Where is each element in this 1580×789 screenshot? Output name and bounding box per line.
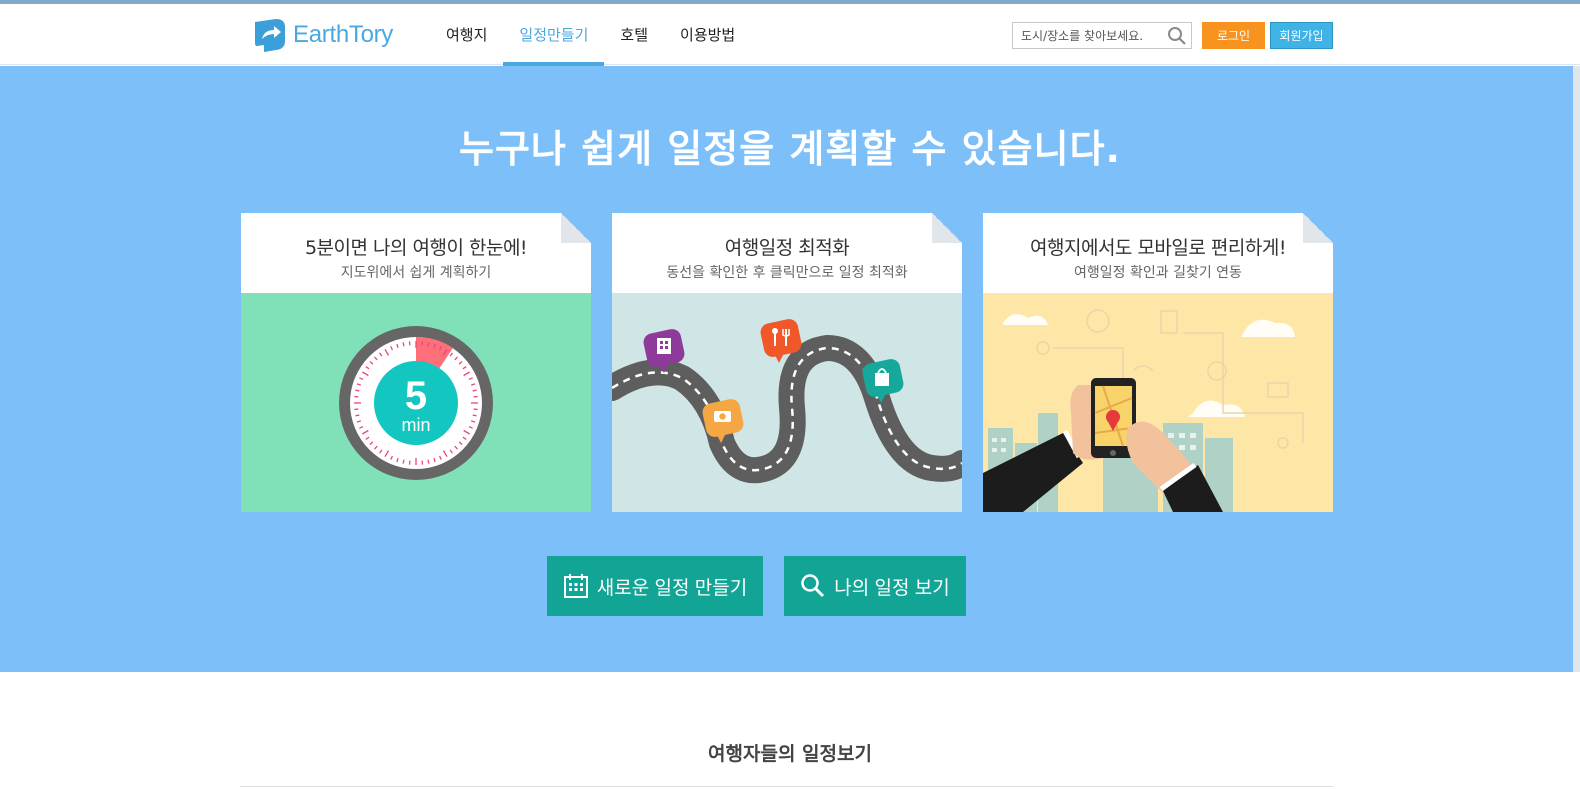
card-title: 여행일정 최적화 (724, 237, 850, 259)
route-illustration (612, 293, 962, 512)
login-button[interactable]: 로그인 (1202, 22, 1265, 49)
card-corner-fold (932, 213, 962, 243)
card-title: 여행지에서도 모바일로 편리하게! (1030, 237, 1286, 259)
my-plan-button[interactable]: 나의 일정 보기 (784, 556, 966, 616)
timer-tick (427, 459, 430, 464)
mobile-illustration (983, 293, 1333, 512)
timer-tick (355, 414, 360, 417)
timer-tick (402, 459, 405, 464)
card-subtitle: 동선을 확인한 후 클릭만으로 일정 최적화 (666, 265, 908, 281)
card-title: 5분이면 나의 여행이 한눈에! (304, 237, 528, 259)
new-plan-label: 새로운 일정 만들기 (596, 577, 748, 599)
nav-make-plan[interactable]: 일정만들기 (503, 4, 605, 66)
feature-card-mobile: 여행지에서도 모바일로 편리하게! 여행일정 확인과 길찾기 연동 (983, 213, 1333, 512)
hero-section: 누구나 쉽게 일정을 계획할 수 있습니다. 5분이면 나의 여행이 한눈에! … (0, 66, 1580, 672)
search-icon (801, 574, 825, 598)
timer-tick (427, 342, 430, 347)
card-corner-fold (1303, 213, 1333, 243)
calendar-icon (563, 574, 588, 598)
hero-title: 누구나 쉽게 일정을 계획할 수 있습니다. (459, 127, 1121, 171)
timer-number: 5 (405, 374, 427, 418)
nav-destinations[interactable]: 여행지 (430, 4, 503, 65)
site-logo[interactable]: EarthTory (252, 15, 393, 55)
search-icon[interactable] (1167, 26, 1187, 46)
timer-tick (472, 414, 477, 417)
new-plan-button[interactable]: 새로운 일정 만들기 (547, 556, 763, 616)
main-nav: 여행지 일정만들기 호텔 이용방법 (430, 4, 751, 66)
scrollbar-track[interactable] (1573, 66, 1580, 672)
join-button[interactable]: 회원가입 (1270, 22, 1333, 49)
timer-unit: min (401, 415, 430, 435)
card-subtitle: 지도위에서 쉽게 계획하기 (340, 265, 492, 281)
feature-card-quick-plan: 5분이면 나의 여행이 한눈에! 지도위에서 쉽게 계획하기 5 min (241, 213, 591, 512)
timer-tick (355, 389, 360, 392)
card-subtitle: 여행일정 확인과 길찾기 연동 (1074, 265, 1242, 281)
logo-text: EarthTory (293, 21, 394, 48)
search-box (1012, 22, 1192, 49)
search-input[interactable] (1013, 23, 1163, 48)
nav-hotel[interactable]: 호텔 (604, 4, 664, 65)
timer-tick (402, 342, 405, 347)
traveler-plans-title: 여행자들의 일정보기 (708, 743, 872, 765)
site-header: EarthTory 여행지 일정만들기 호텔 이용방법 로그인 회원가입 (0, 4, 1580, 66)
card-corner-fold (561, 213, 591, 243)
section-divider (240, 786, 1333, 787)
timer-illustration: 5 min (241, 293, 591, 512)
nav-how-to-use[interactable]: 이용방법 (664, 4, 751, 65)
my-plan-label: 나의 일정 보기 (834, 577, 950, 599)
timer-tick (472, 389, 477, 392)
logo-icon (255, 19, 285, 52)
feature-card-optimize: 여행일정 최적화 동선을 확인한 후 클릭만으로 일정 최적화 (612, 213, 962, 512)
